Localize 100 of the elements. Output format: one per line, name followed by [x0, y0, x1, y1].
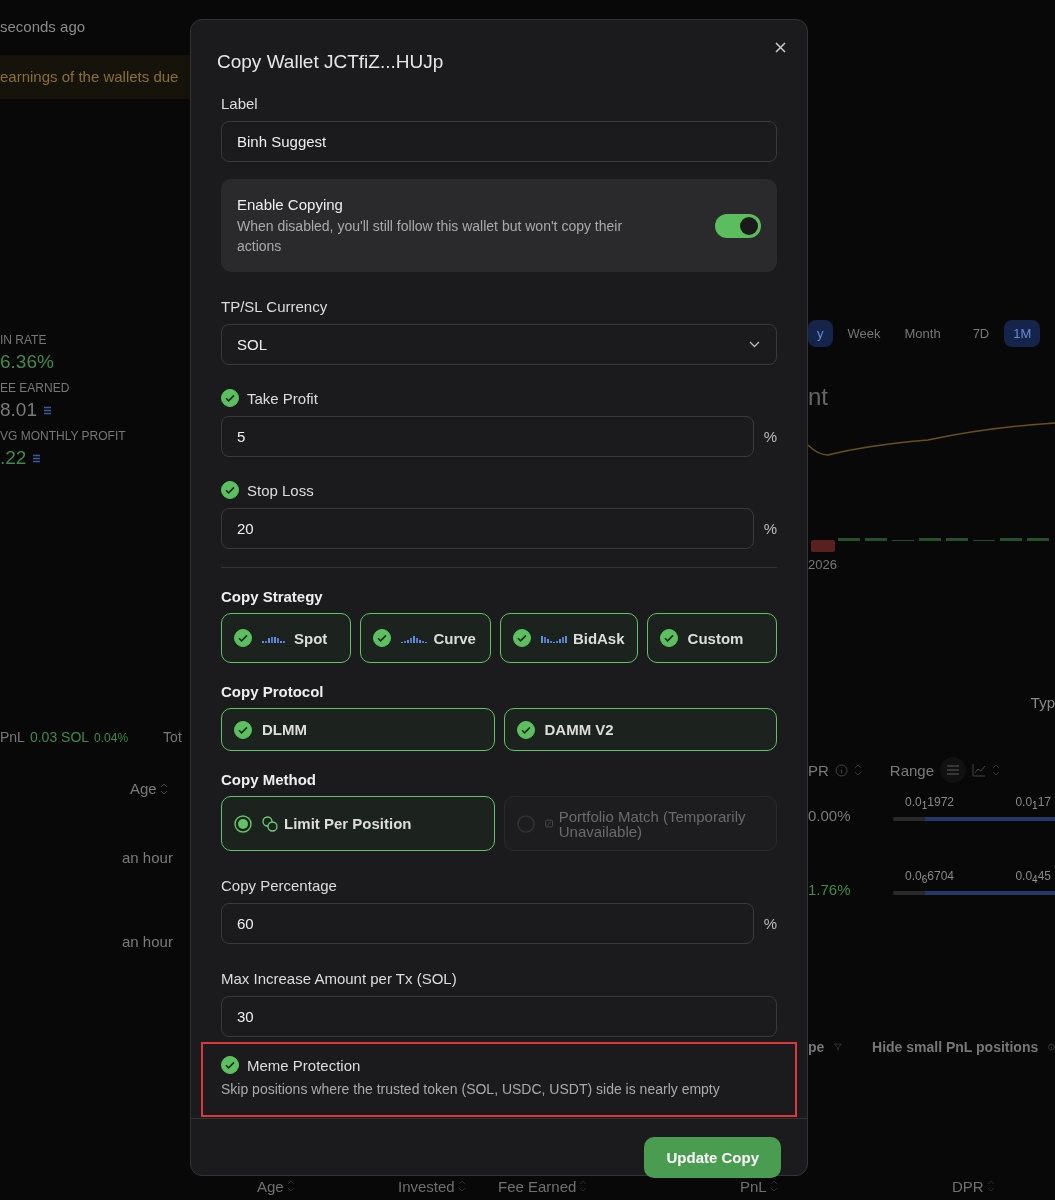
range-tab[interactable]: 1M — [1004, 320, 1041, 347]
stat-label: VG MONTHLY PROFIT — [0, 429, 126, 443]
profit-bar — [1000, 538, 1022, 541]
number-field[interactable]: 30 — [221, 996, 777, 1037]
loss-bar — [811, 540, 835, 552]
sort-icon[interactable] — [992, 763, 1001, 777]
close-button[interactable] — [773, 40, 788, 55]
sort-icon[interactable] — [457, 1179, 466, 1193]
sort-icon[interactable] — [579, 1179, 588, 1193]
setting-title: Meme Protection — [247, 1056, 361, 1074]
notice-banner: earnings of the wallets due — [0, 55, 190, 99]
pnl-percent: 0.04% — [94, 731, 129, 745]
method-option[interactable]: Limit Per Position — [221, 796, 495, 851]
sort-icon[interactable] — [853, 763, 862, 777]
section-title: Copy Protocol — [221, 683, 325, 700]
profit-bar — [1027, 538, 1049, 541]
unit-label: % — [762, 428, 777, 445]
check-circle-icon — [234, 629, 252, 647]
range-label: 0.0$_{1}$1972 — [905, 794, 954, 812]
unit-label: % — [762, 520, 777, 537]
currency-icon — [43, 405, 52, 415]
currency-icon — [32, 453, 42, 463]
field-label: Label — [221, 95, 259, 112]
table-cell: an hour — [122, 933, 173, 950]
number-field[interactable]: 60 — [221, 903, 754, 944]
section-title: Copy Method — [221, 771, 317, 788]
number-field[interactable]: 5 — [221, 416, 754, 457]
dialog-title: Copy Wallet JCTfiZ...HUJp — [217, 51, 444, 73]
period-tab[interactable]: Week — [838, 320, 890, 347]
coins-icon — [262, 815, 278, 832]
list-icon[interactable] — [940, 757, 967, 783]
column-header[interactable]: Invested — [398, 1177, 455, 1195]
axis-label: 2026 — [808, 557, 837, 572]
check-circle-icon — [234, 720, 252, 739]
square-icon — [544, 818, 553, 829]
chevron-down-icon — [749, 341, 760, 348]
range-label: 0.0$_{6}$6704 — [905, 868, 954, 886]
column-header[interactable]: Range — [889, 761, 935, 779]
field-label: TP/SL Currency — [221, 298, 329, 315]
table-cell: an hour — [122, 849, 173, 866]
info-icon — [834, 763, 848, 777]
profit-bar — [838, 538, 860, 541]
number-field[interactable]: 20 — [221, 508, 754, 549]
section-title: Copy Strategy — [221, 588, 324, 605]
column-header[interactable]: PnL — [740, 1177, 767, 1195]
column-header[interactable]: Fee Earned — [498, 1177, 577, 1195]
stat-value: 6.36% — [0, 351, 54, 373]
chart-title: nt — [808, 383, 829, 411]
profit-bar — [865, 538, 887, 541]
hide-small-toggle-label[interactable]: Hide small PnL positions — [872, 1039, 1039, 1055]
currency-select[interactable]: SOL — [221, 324, 777, 365]
updated-time: seconds ago — [0, 18, 86, 35]
field-label: Max Increase Amount per Tx (SOL) — [221, 970, 458, 987]
setting-description: When disabled, you'll still follow this wallet but won't copy their actions — [237, 216, 624, 256]
column-header: Typ — [1030, 694, 1055, 711]
pnl-value: 0.03 SOL — [29, 729, 90, 745]
protocol-option[interactable]: DAMM V2 — [503, 708, 777, 751]
period-tab[interactable]: y — [808, 320, 833, 347]
sort-icon[interactable] — [286, 1179, 295, 1193]
unit-label: % — [762, 915, 777, 932]
toggle-switch[interactable] — [715, 213, 761, 238]
check-circle-icon — [516, 720, 535, 739]
check-circle-icon — [659, 629, 678, 647]
label-field[interactable]: Binh Suggest — [221, 121, 777, 162]
check-circle-icon[interactable] — [221, 389, 239, 407]
update-copy-button[interactable]: Update Copy — [644, 1137, 781, 1178]
column-header[interactable]: DPR — [952, 1177, 984, 1195]
column-header[interactable]: Age — [130, 780, 157, 797]
radio-icon — [234, 814, 252, 833]
table-cell-text: 1.76% — [808, 880, 852, 898]
check-circle-icon[interactable] — [221, 481, 239, 499]
setting-description: Skip positions where the trusted token (SOL, USDC, USDT) side is nearly empty — [221, 1081, 721, 1097]
setting-title: Enable Copying — [237, 195, 344, 213]
filter-label[interactable]: pe — [808, 1039, 825, 1055]
range-tab[interactable]: 7D — [963, 320, 999, 347]
range-label: 0.0$_{4}$45 — [1015, 868, 1051, 886]
strategy-option[interactable]: Custom — [646, 613, 777, 663]
stat-label: IN RATE — [0, 333, 48, 347]
histogram-icon — [401, 633, 428, 643]
protocol-option[interactable]: DLMM — [221, 708, 495, 751]
strategy-option[interactable]: BidAsk — [499, 613, 638, 663]
column-header[interactable]: Age — [257, 1177, 284, 1195]
column-header[interactable]: PR — [808, 761, 829, 779]
pnl-label: PnL — [0, 729, 25, 745]
period-tab[interactable]: Month — [895, 320, 950, 347]
strategy-option[interactable]: Curve — [360, 613, 491, 663]
strategy-option[interactable]: Spot — [221, 613, 352, 663]
stat-value: 8.01 — [0, 399, 37, 421]
sort-icon[interactable] — [159, 781, 168, 796]
close-icon — [775, 42, 786, 53]
sort-icon[interactable] — [769, 1179, 778, 1193]
check-circle-icon — [373, 629, 392, 647]
sort-icon[interactable] — [986, 1179, 995, 1193]
range-label: 0.0$_{1}$17 — [1015, 794, 1051, 812]
summary-label: Tot — [163, 729, 182, 745]
field-label: Copy Percentage — [221, 877, 338, 894]
check-circle-icon[interactable] — [221, 1056, 239, 1074]
field-label: Stop Loss — [247, 481, 314, 499]
line-chart-icon[interactable] — [972, 763, 987, 777]
check-circle-icon — [512, 629, 531, 647]
